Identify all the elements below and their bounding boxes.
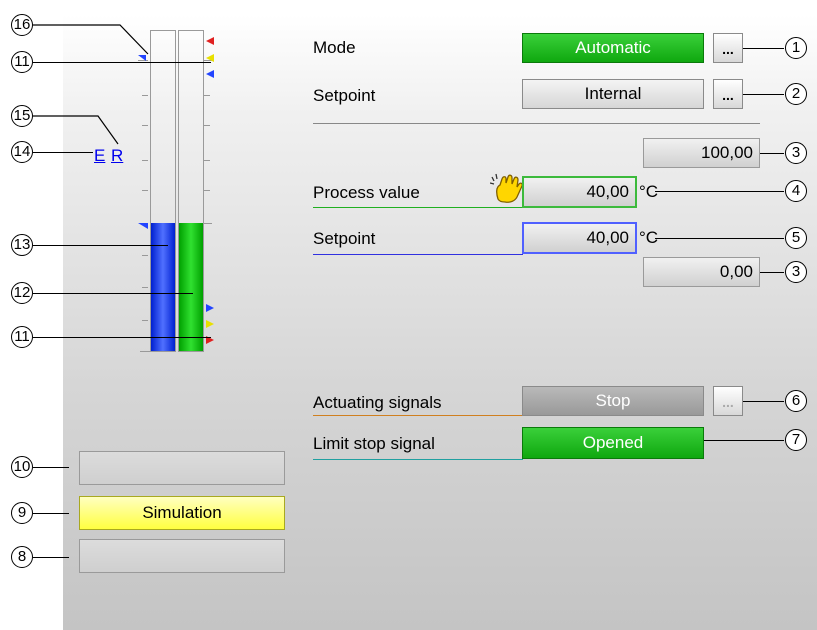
callout-9: 9 xyxy=(11,502,33,524)
callout-13: 13 xyxy=(11,234,33,256)
simulation-status: Simulation xyxy=(79,496,285,530)
setpoint-label: Setpoint xyxy=(313,229,376,248)
leader-line-1 xyxy=(743,48,784,49)
callout-15: 15 xyxy=(11,105,33,127)
limit-stop-status: Opened xyxy=(522,427,704,459)
diagonal-leader-lines xyxy=(33,24,149,145)
tolerance-high-marker-icon xyxy=(206,70,214,78)
warning-low-marker-icon xyxy=(206,320,214,328)
leader-line-11b xyxy=(33,337,211,338)
leader-line-8 xyxy=(33,557,69,558)
mode-label: Mode xyxy=(313,38,356,57)
leader-line-12 xyxy=(33,293,193,294)
callout-16: 16 xyxy=(11,14,33,36)
callout-2: 2 xyxy=(785,83,807,105)
leader-line-4 xyxy=(655,191,784,192)
callout-12: 12 xyxy=(11,282,33,304)
callout-11a: 11 xyxy=(11,51,33,73)
scale-high-field: 100,00 xyxy=(643,138,760,168)
leader-line-2 xyxy=(743,94,784,95)
limit-stop-label: Limit stop signal xyxy=(313,434,435,453)
process-value-label: Process value xyxy=(313,183,420,202)
setpoint-source-more-button[interactable]: ... xyxy=(713,79,743,109)
manual-hand-icon xyxy=(490,173,523,203)
callout-6: 6 xyxy=(785,390,807,412)
alarm-high-marker-icon xyxy=(206,37,214,45)
actuating-more-button[interactable]: ... xyxy=(713,386,743,416)
callout-8: 8 xyxy=(11,546,33,568)
callout-1: 1 xyxy=(785,37,807,59)
leader-line-5 xyxy=(655,238,784,239)
actuating-underline xyxy=(313,415,523,416)
callout-10: 10 xyxy=(11,456,33,478)
callout-5: 5 xyxy=(785,227,807,249)
setpoint-underline xyxy=(313,254,523,255)
setpoint-field[interactable]: 40,00 xyxy=(522,222,637,254)
leader-line-6 xyxy=(743,401,784,402)
callout-14: 14 xyxy=(11,141,33,163)
leader-line-3b xyxy=(760,272,784,273)
actuating-stop-button[interactable]: Stop xyxy=(522,386,704,416)
scale-low-field: 0,00 xyxy=(643,257,760,287)
separator xyxy=(313,123,760,124)
process-value-unit: °C xyxy=(639,182,659,201)
callout-7: 7 xyxy=(785,429,807,451)
leader-line-9 xyxy=(33,513,69,514)
setpoint-source-label: Setpoint xyxy=(313,86,376,105)
callout-4: 4 xyxy=(785,180,807,202)
leader-line-3a xyxy=(760,153,784,154)
setpoint-marker-icon xyxy=(138,223,148,229)
status-field-bottom xyxy=(79,539,285,573)
mode-button[interactable]: Automatic xyxy=(522,33,704,63)
leader-line-13 xyxy=(33,245,168,246)
callout-3a: 3 xyxy=(785,142,807,164)
process-value-field: 40,00 xyxy=(522,176,637,208)
leader-line-7 xyxy=(704,440,784,441)
mode-more-button[interactable]: ... xyxy=(713,33,743,63)
actuating-signals-label: Actuating signals xyxy=(313,393,442,412)
limit-stop-underline xyxy=(313,459,523,460)
process-value-underline xyxy=(313,207,523,208)
leader-line-10 xyxy=(33,467,69,468)
callout-3b: 3 xyxy=(785,261,807,283)
status-field-top xyxy=(79,451,285,485)
setpoint-source-button[interactable]: Internal xyxy=(522,79,704,109)
tolerance-low-marker-icon xyxy=(206,304,214,312)
callout-11b: 11 xyxy=(11,326,33,348)
warning-high-marker-icon xyxy=(206,54,214,62)
